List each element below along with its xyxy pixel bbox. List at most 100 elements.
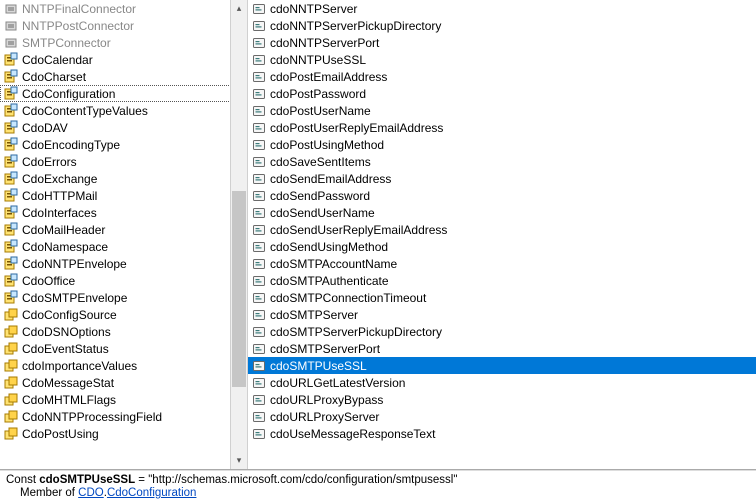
constant-icon: [251, 426, 267, 442]
enum-icon: [3, 307, 19, 323]
class-item-label: CdoNNTPEnvelope: [22, 257, 244, 271]
member-item-label: cdoSMTPAuthenticate: [270, 274, 753, 288]
constant-icon: [251, 290, 267, 306]
class-item-label: CdoCalendar: [22, 53, 244, 67]
constant-icon: [251, 358, 267, 374]
class-item[interactable]: CdoMHTMLFlags: [0, 391, 247, 408]
class-item-label: CdoConfigSource: [22, 308, 244, 322]
classes-pane: NNTPFinalConnector NNTPPostConnectorSMTPC…: [0, 0, 248, 469]
member-item-label: cdoSendPassword: [270, 189, 753, 203]
constant-icon: [251, 86, 267, 102]
class-item[interactable]: CdoPostUsing: [0, 425, 247, 442]
class-item[interactable]: CdoCharset: [0, 68, 247, 85]
class-item[interactable]: CdoCalendar: [0, 51, 247, 68]
class-item-label: cdoImportanceValues: [22, 359, 244, 373]
member-item[interactable]: cdoSMTPAuthenticate: [248, 272, 756, 289]
class-item-label: CdoConfiguration: [22, 87, 244, 101]
constant-icon: [251, 273, 267, 289]
member-item[interactable]: cdoURLProxyServer: [248, 408, 756, 425]
class-item[interactable]: CdoNNTPProcessingField: [0, 408, 247, 425]
class-item[interactable]: CdoExchange: [0, 170, 247, 187]
member-item-label: cdoSMTPServerPort: [270, 342, 753, 356]
constant-icon: [251, 171, 267, 187]
enum-icon: [3, 392, 19, 408]
class-item[interactable]: cdoImportanceValues: [0, 357, 247, 374]
member-item-label: cdoPostUsingMethod: [270, 138, 753, 152]
enum-icon: [3, 358, 19, 374]
member-item-label: cdoSMTPServer: [270, 308, 753, 322]
member-item-label: cdoSendUsingMethod: [270, 240, 753, 254]
class-item-label: NNTPPostConnector: [22, 19, 244, 33]
member-item[interactable]: cdoSMTPServerPort: [248, 340, 756, 357]
member-item-label: cdoPostPassword: [270, 87, 753, 101]
class-item[interactable]: CdoContentTypeValues: [0, 102, 247, 119]
member-item[interactable]: cdoPostUserName: [248, 102, 756, 119]
member-item[interactable]: cdoNNTPUseSSL: [248, 51, 756, 68]
left-scrollbar[interactable]: ▴ ▾: [230, 0, 247, 469]
class-item[interactable]: CdoEventStatus: [0, 340, 247, 357]
scroll-thumb[interactable]: [232, 191, 246, 387]
scroll-track[interactable]: [231, 17, 247, 452]
member-item[interactable]: cdoSendUsingMethod: [248, 238, 756, 255]
member-item[interactable]: cdoSMTPServer: [248, 306, 756, 323]
member-item[interactable]: cdoSendUserName: [248, 204, 756, 221]
class-item[interactable]: CdoHTTPMail: [0, 187, 247, 204]
class-item-label: CdoHTTPMail: [22, 189, 244, 203]
class-item[interactable]: CdoErrors: [0, 153, 247, 170]
member-item[interactable]: cdoURLGetLatestVersion: [248, 374, 756, 391]
member-item-label: cdoURLGetLatestVersion: [270, 376, 753, 390]
scroll-up-button[interactable]: ▴: [231, 0, 247, 17]
scroll-down-button[interactable]: ▾: [231, 452, 247, 469]
class-item[interactable]: CdoDSNOptions: [0, 323, 247, 340]
member-item[interactable]: cdoSendEmailAddress: [248, 170, 756, 187]
member-item[interactable]: cdoPostPassword: [248, 85, 756, 102]
member-item[interactable]: cdoSMTPConnectionTimeout: [248, 289, 756, 306]
member-item[interactable]: cdoNNTPServerPickupDirectory: [248, 17, 756, 34]
member-item[interactable]: cdoSendPassword: [248, 187, 756, 204]
member-item[interactable]: cdoURLProxyBypass: [248, 391, 756, 408]
constant-icon: [251, 69, 267, 85]
member-item[interactable]: cdoUseMessageResponseText: [248, 425, 756, 442]
enum-icon: [3, 69, 19, 85]
class-item[interactable]: CdoMailHeader: [0, 221, 247, 238]
member-item[interactable]: cdoSMTPUseSSL: [248, 357, 756, 374]
class-item-label: CdoNamespace: [22, 240, 244, 254]
library-link[interactable]: CDO: [78, 487, 104, 499]
class-item[interactable]: CdoNNTPEnvelope: [0, 255, 247, 272]
class-item[interactable]: NNTPFinalConnector: [0, 0, 247, 17]
enum-icon: [3, 409, 19, 425]
member-item-label: cdoURLProxyServer: [270, 410, 753, 424]
details-pane: Const cdoSMTPUseSSL = "http://schemas.mi…: [0, 470, 756, 503]
class-item[interactable]: CdoNamespace: [0, 238, 247, 255]
member-item[interactable]: cdoSMTPAccountName: [248, 255, 756, 272]
constant-icon: [251, 392, 267, 408]
member-item-label: cdoNNTPServerPort: [270, 36, 753, 50]
class-item-label: CdoErrors: [22, 155, 244, 169]
constant-icon: [251, 324, 267, 340]
constant-icon: [251, 256, 267, 272]
class-item[interactable]: SMTPConnector: [0, 34, 247, 51]
class-item[interactable]: CdoMessageStat: [0, 374, 247, 391]
classes-list[interactable]: NNTPFinalConnector NNTPPostConnectorSMTPC…: [0, 0, 247, 469]
class-item[interactable]: CdoDAV: [0, 119, 247, 136]
enum-icon: [3, 239, 19, 255]
member-item[interactable]: cdoNNTPServer: [248, 0, 756, 17]
members-list[interactable]: cdoNNTPServercdoNNTPServerPickupDirector…: [248, 0, 756, 469]
enum-icon: [3, 188, 19, 204]
enum-icon: [3, 205, 19, 221]
member-item[interactable]: cdoSMTPServerPickupDirectory: [248, 323, 756, 340]
member-item[interactable]: cdoNNTPServerPort: [248, 34, 756, 51]
member-item[interactable]: cdoPostUsingMethod: [248, 136, 756, 153]
class-item[interactable]: CdoConfiguration: [0, 85, 247, 102]
member-item[interactable]: cdoPostEmailAddress: [248, 68, 756, 85]
class-item[interactable]: CdoSMTPEnvelope: [0, 289, 247, 306]
class-item[interactable]: CdoEncodingType: [0, 136, 247, 153]
member-item[interactable]: cdoPostUserReplyEmailAddress: [248, 119, 756, 136]
class-item[interactable]: NNTPPostConnector: [0, 17, 247, 34]
member-item[interactable]: cdoSaveSentItems: [248, 153, 756, 170]
member-item[interactable]: cdoSendUserReplyEmailAddress: [248, 221, 756, 238]
class-link[interactable]: CdoConfiguration: [107, 487, 197, 499]
class-item[interactable]: CdoInterfaces: [0, 204, 247, 221]
class-item[interactable]: CdoConfigSource: [0, 306, 247, 323]
class-item[interactable]: CdoOffice: [0, 272, 247, 289]
